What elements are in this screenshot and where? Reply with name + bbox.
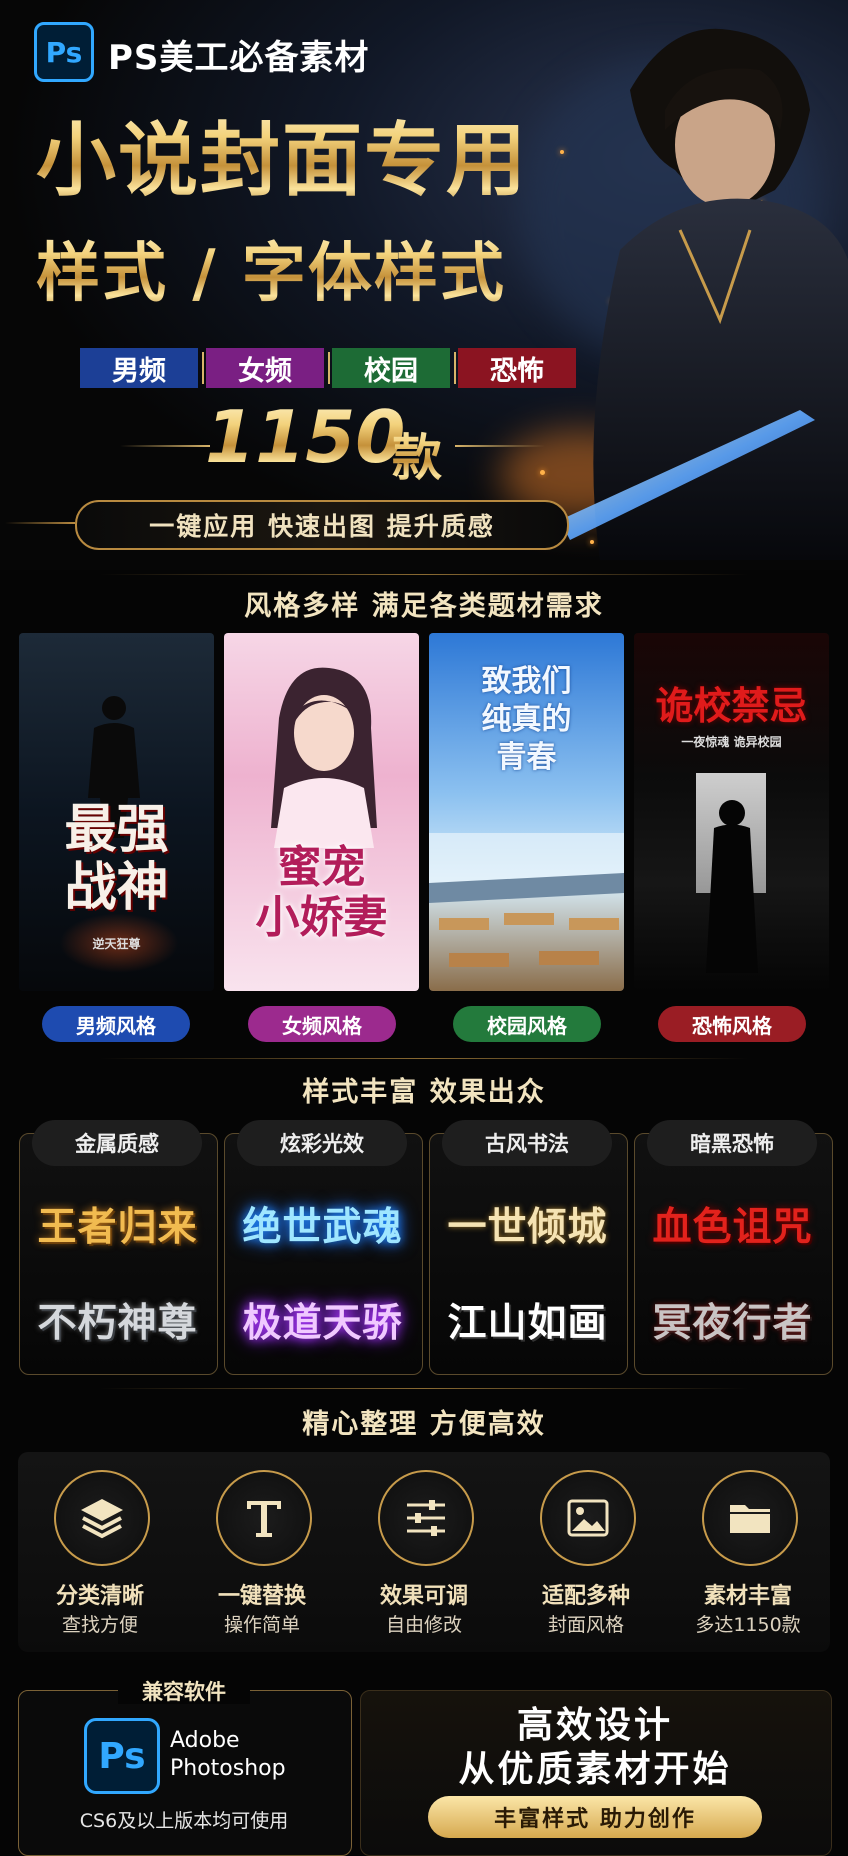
section-divider <box>100 1388 748 1389</box>
feature-title: 分类清晰 <box>55 1584 144 1609</box>
effect-label-metal: 金属质感 <box>32 1120 202 1166</box>
feature-title: 效果可调 <box>379 1584 468 1609</box>
folder-icon <box>730 1505 770 1533</box>
feature-adjust <box>378 1470 474 1566</box>
feature-desc: 操作简单 <box>223 1614 300 1636</box>
layers-icon <box>81 1499 123 1539</box>
card-cover-title: 致我们 纯真的 青春 <box>481 664 572 775</box>
tag-female: 女频 <box>206 348 324 388</box>
effect-sample-text: 绝世武魂 <box>242 1204 403 1250</box>
effect-sample-text: 江山如画 <box>447 1300 608 1346</box>
hero-banner: Ps PS美工必备素材 小说封面专用 样式 / 字体样式 男频 女频 校园 恐怖… <box>0 0 848 570</box>
pill-male-style[interactable]: 男频风格 <box>42 1006 190 1042</box>
effect-label-calligraphy: 古风书法 <box>442 1120 612 1166</box>
tag-male: 男频 <box>80 348 198 388</box>
sliders-icon <box>407 1500 445 1536</box>
card-cover-title: 蜜宠 小娇妻 <box>255 842 388 943</box>
feature-layers <box>54 1470 150 1566</box>
tag-campus: 校园 <box>332 348 450 388</box>
tag-horror: 恐怖 <box>458 348 576 388</box>
features-heading: 精心整理 方便高效 <box>302 1409 546 1440</box>
effect-sample-text: 一世倾城 <box>447 1204 608 1250</box>
feature-rich <box>702 1470 798 1566</box>
compat-app-line2: Photoshop <box>170 1756 286 1781</box>
effect-label-horror: 暗黑恐怖 <box>647 1120 817 1166</box>
girl-illustration <box>271 667 377 848</box>
hero-title-line1: 小说封面专用 <box>36 96 528 212</box>
effect-sample-text: 王者归来 <box>37 1204 198 1250</box>
count-number: 1150 <box>205 395 406 479</box>
text-icon <box>247 1501 281 1537</box>
capsule-deco-line <box>5 522 75 524</box>
count-deco-left <box>120 445 210 447</box>
compat-app-line1: Adobe <box>170 1728 240 1753</box>
compat-label: 兼容软件 <box>118 1676 250 1704</box>
tag-separator <box>202 352 204 384</box>
card-cover-title: 最强 战神 <box>64 799 169 918</box>
style-card-male: 最强 战神 逆天狂尊 <box>19 633 214 991</box>
effects-heading: 样式丰富 效果出众 <box>302 1077 546 1108</box>
count-deco-right <box>455 445 545 447</box>
card-cover-subtitle: 逆天狂尊 <box>92 937 141 951</box>
card-cover-subtitle: 一夜惊魂 诡异校园 <box>681 735 782 749</box>
count-unit: 款 <box>392 418 442 490</box>
image-icon <box>567 1499 609 1537</box>
feature-desc: 多达1150款 <box>695 1614 801 1636</box>
effect-sample-text: 冥夜行者 <box>652 1300 813 1346</box>
effect-sample-text: 血色诅咒 <box>652 1204 813 1250</box>
photoshop-logo-icon: Ps <box>84 1718 160 1794</box>
feature-title: 一键替换 <box>217 1584 306 1609</box>
feature-adapt <box>540 1470 636 1566</box>
feature-desc: 封面风格 <box>547 1614 624 1636</box>
feature-replace <box>216 1470 312 1566</box>
ghost-girl-silhouette <box>706 800 758 973</box>
style-card-female: 蜜宠 小娇妻 <box>224 633 419 991</box>
brand-title: PS美工必备素材 <box>108 38 370 78</box>
feature-title: 素材丰富 <box>703 1584 792 1609</box>
classroom-illustration <box>429 833 624 967</box>
compat-note: CS6及以上版本均可使用 <box>79 1810 289 1832</box>
hero-character-illustration <box>560 28 848 560</box>
feature-title: 适配多种 <box>541 1584 630 1609</box>
effect-sample-text: 不朽神尊 <box>37 1300 198 1346</box>
effect-sample-text: 极道天骄 <box>242 1300 403 1346</box>
styles-heading: 风格多样 满足各类题材需求 <box>244 591 604 622</box>
pill-female-style[interactable]: 女频风格 <box>248 1006 396 1042</box>
photoshop-logo-icon: Ps <box>34 22 94 82</box>
style-card-campus: 致我们 纯真的 青春 <box>429 633 624 991</box>
style-card-horror: 诡校禁忌 一夜惊魂 诡异校园 <box>634 633 829 991</box>
feature-capsule: 一键应用 快速出图 提升质感 <box>75 500 569 550</box>
hero-title-line2: 样式 / 字体样式 <box>36 222 506 314</box>
feature-desc: 查找方便 <box>61 1614 138 1636</box>
pill-campus-style[interactable]: 校园风格 <box>453 1006 601 1042</box>
tag-separator <box>328 352 330 384</box>
slogan-button[interactable]: 丰富样式 助力创作 <box>428 1796 762 1838</box>
tag-separator <box>454 352 456 384</box>
section-divider <box>100 1058 748 1059</box>
feature-desc: 自由修改 <box>385 1614 462 1636</box>
pill-horror-style[interactable]: 恐怖风格 <box>658 1006 806 1042</box>
card-cover-title: 诡校禁忌 <box>655 683 808 728</box>
section-divider <box>100 574 748 575</box>
slogan-line2: 从优质素材开始 <box>458 1749 732 1790</box>
effect-label-glow: 炫彩光效 <box>237 1120 407 1166</box>
